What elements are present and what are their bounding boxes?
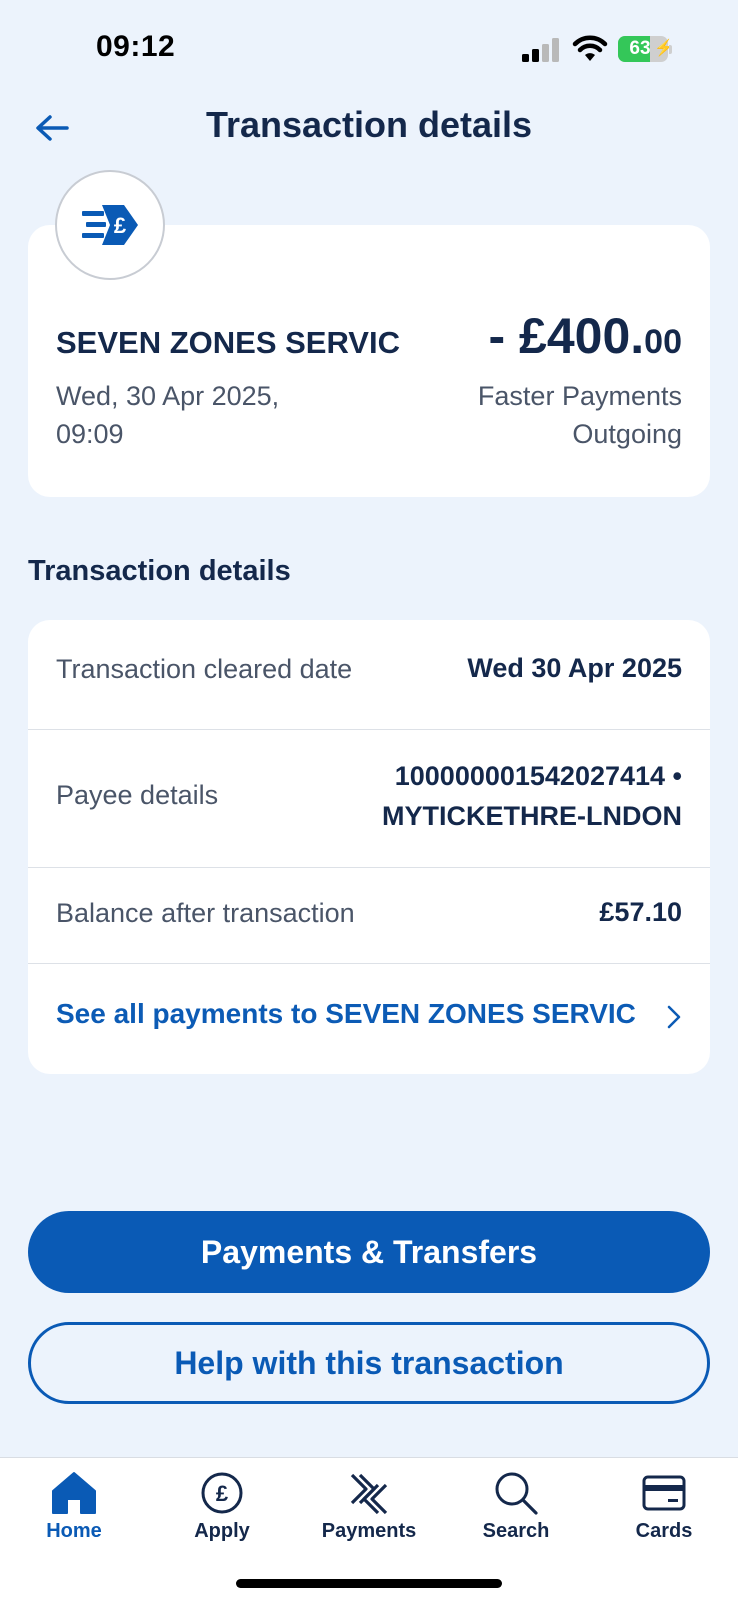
home-icon [49,1468,99,1518]
nav-item-search[interactable]: Search [442,1458,590,1568]
detail-row-cleared-date: Transaction cleared date Wed 30 Apr 2025 [28,620,710,730]
nav-item-cards[interactable]: Cards [590,1458,738,1568]
card-icon [639,1468,689,1518]
chevron-right-icon [667,1005,681,1029]
cleared-date-value: Wed 30 Apr 2025 [467,653,682,683]
balance-value: £57.10 [599,897,682,927]
detail-value: £57.10 [599,892,682,932]
transaction-time: 09:09 [56,419,124,449]
wifi-icon [572,35,608,61]
transaction-date: Wed, 30 Apr 2025, [56,381,280,411]
nav-item-home[interactable]: Home [0,1458,148,1568]
nav-label-search: Search [482,1520,550,1542]
transaction-amount: - £400.00 [489,307,683,365]
nav-item-payments[interactable]: Payments [295,1458,443,1568]
payment-type: Faster Payments Outgoing [422,377,682,453]
detail-label: Transaction cleared date [56,654,353,684]
nav-label-payments: Payments [321,1520,417,1542]
battery-icon: 63 ⚡ [618,36,674,64]
detail-label: Payee details [56,780,219,810]
see-all-payments-label: See all payments to SEVEN ZONES SERVIC [56,998,636,1029]
payments-icon [344,1468,394,1518]
svg-text:£: £ [114,213,127,238]
pound-circle-icon: £ [197,1468,247,1518]
amount-pence: 00 [644,323,682,361]
payments-transfers-button[interactable]: Payments & Transfers [28,1211,710,1293]
cellular-signal-icon [522,38,559,62]
detail-label: Balance after transaction [56,898,355,928]
status-bar: 09:12 63 ⚡ [0,0,738,100]
nav-label-cards: Cards [635,1520,693,1542]
payee-account-value: 100000001542027414 • [394,761,682,791]
merchant-name: SEVEN ZONES SERVIC [56,325,400,360]
payment-direction: Outgoing [572,419,682,449]
amount-main: - £400. [488,308,645,364]
home-indicator [236,1579,502,1588]
status-time: 09:12 [96,30,176,63]
detail-row-payee: Payee details 100000001542027414 • MYTIC… [28,730,710,868]
help-with-transaction-button[interactable]: Help with this transaction [28,1322,710,1404]
search-icon [491,1468,541,1518]
detail-value: Wed 30 Apr 2025 [467,648,682,688]
transaction-datetime: Wed, 30 Apr 2025, 09:09 [56,377,336,453]
nav-label-home: Home [46,1520,102,1542]
detail-row-balance: Balance after transaction £57.10 [28,868,710,964]
payment-method: Faster Payments [477,381,682,411]
see-all-payments-link[interactable]: See all payments to SEVEN ZONES SERVIC [28,964,710,1074]
merchant-logo: £ [55,170,165,280]
detail-value: 100000001542027414 • MYTICKETHRE-LNDON [382,756,682,836]
transaction-details-card: Transaction cleared date Wed 30 Apr 2025… [28,620,710,1074]
nav-item-apply[interactable]: £ Apply [148,1458,296,1568]
faster-payment-pound-icon: £ [82,205,138,245]
page-title: Transaction details [205,104,533,145]
svg-text:£: £ [216,1481,229,1506]
nav-label-apply: Apply [194,1520,250,1542]
payee-reference-value: MYTICKETHRE-LNDON [382,801,682,831]
details-heading: Transaction details [28,555,291,587]
